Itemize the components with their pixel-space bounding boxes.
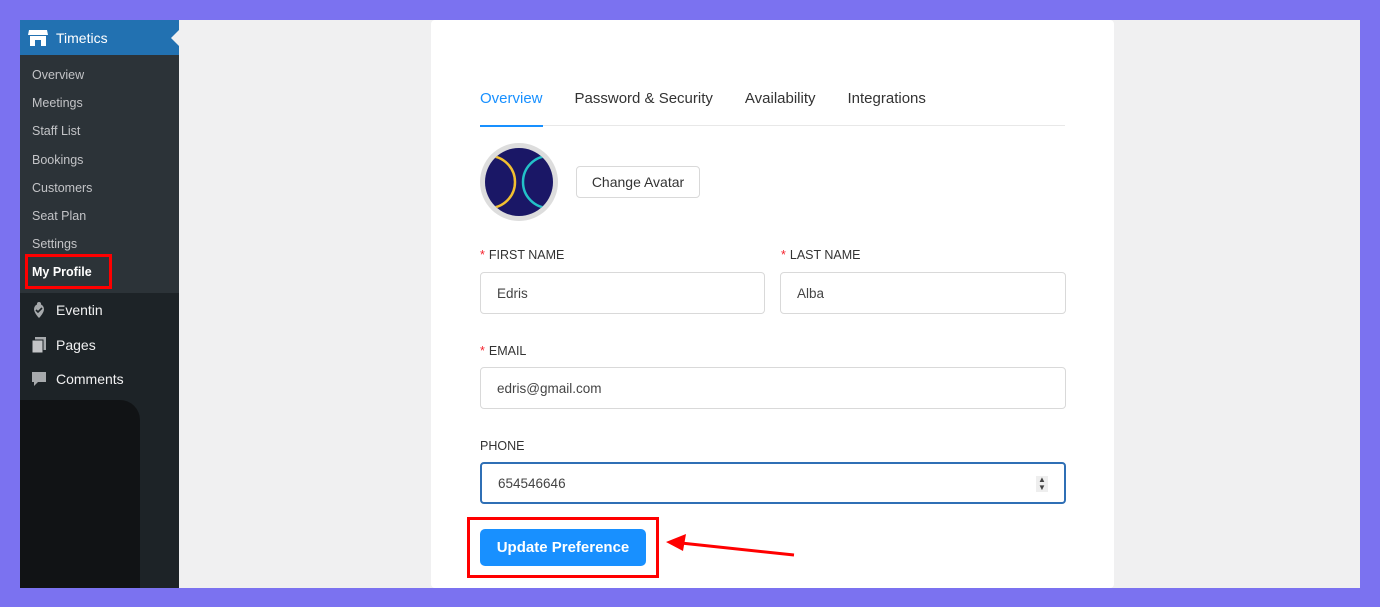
- eventin-icon: [34, 302, 44, 318]
- email-input[interactable]: edris@gmail.com: [480, 367, 1066, 409]
- menu-label: Comments: [56, 371, 124, 387]
- tab-integrations[interactable]: Integrations: [848, 90, 926, 126]
- tab-password-security[interactable]: Password & Security: [575, 90, 713, 126]
- sidebar-title: Timetics: [56, 29, 108, 46]
- email-label: * EMAIL: [480, 344, 527, 358]
- sidebar-item-settings[interactable]: Settings: [32, 237, 77, 251]
- store-icon: [28, 29, 48, 46]
- first-name-input[interactable]: Edris: [480, 272, 765, 314]
- phone-input[interactable]: 654546646 ▲ ▼: [480, 462, 1066, 504]
- sidebar-item-staff-list[interactable]: Staff List: [32, 124, 80, 138]
- avatar-image: [485, 154, 553, 210]
- app-window: Timetics Overview Meetings Staff List Bo…: [20, 20, 1360, 588]
- menu-label: Pages: [56, 337, 96, 353]
- sidebar-item-seat-plan[interactable]: Seat Plan: [32, 209, 86, 223]
- profile-card: Overview Password & Security Availabilit…: [431, 20, 1114, 588]
- phone-value: 654546646: [498, 475, 566, 491]
- sidebar-item-meetings[interactable]: Meetings: [32, 96, 83, 110]
- sidebar-item-customers[interactable]: Customers: [32, 181, 92, 195]
- phone-label: PHONE: [480, 439, 525, 453]
- last-name-label: * LAST NAME: [781, 248, 861, 262]
- sidebar-item-overview[interactable]: Overview: [32, 68, 84, 82]
- sidebar-item-eventin[interactable]: Eventin: [30, 301, 103, 319]
- avatar: [480, 143, 558, 221]
- redacted-area: [20, 400, 140, 588]
- menu-label: Eventin: [56, 302, 103, 318]
- sidebar-item-comments[interactable]: Comments: [30, 370, 124, 388]
- change-avatar-button[interactable]: Change Avatar: [576, 166, 700, 198]
- pages-icon: [31, 337, 46, 354]
- last-name-input[interactable]: Alba: [780, 272, 1066, 314]
- admin-sidebar: Timetics Overview Meetings Staff List Bo…: [20, 20, 179, 588]
- comments-icon: [32, 372, 46, 386]
- first-name-label: * FIRST NAME: [480, 248, 565, 262]
- tab-overview[interactable]: Overview: [480, 90, 543, 127]
- sidebar-item-pages[interactable]: Pages: [30, 336, 96, 354]
- profile-tabs: Overview Password & Security Availabilit…: [480, 90, 1065, 127]
- tab-availability[interactable]: Availability: [745, 90, 816, 126]
- number-spinner-icon[interactable]: ▲ ▼: [1036, 476, 1048, 492]
- sidebar-item-timetics[interactable]: Timetics: [20, 20, 179, 55]
- annotation-arrow-icon: [666, 534, 795, 557]
- update-preference-button[interactable]: Update Preference: [480, 529, 646, 566]
- highlight-box: [25, 254, 112, 289]
- sidebar-item-bookings[interactable]: Bookings: [32, 153, 83, 167]
